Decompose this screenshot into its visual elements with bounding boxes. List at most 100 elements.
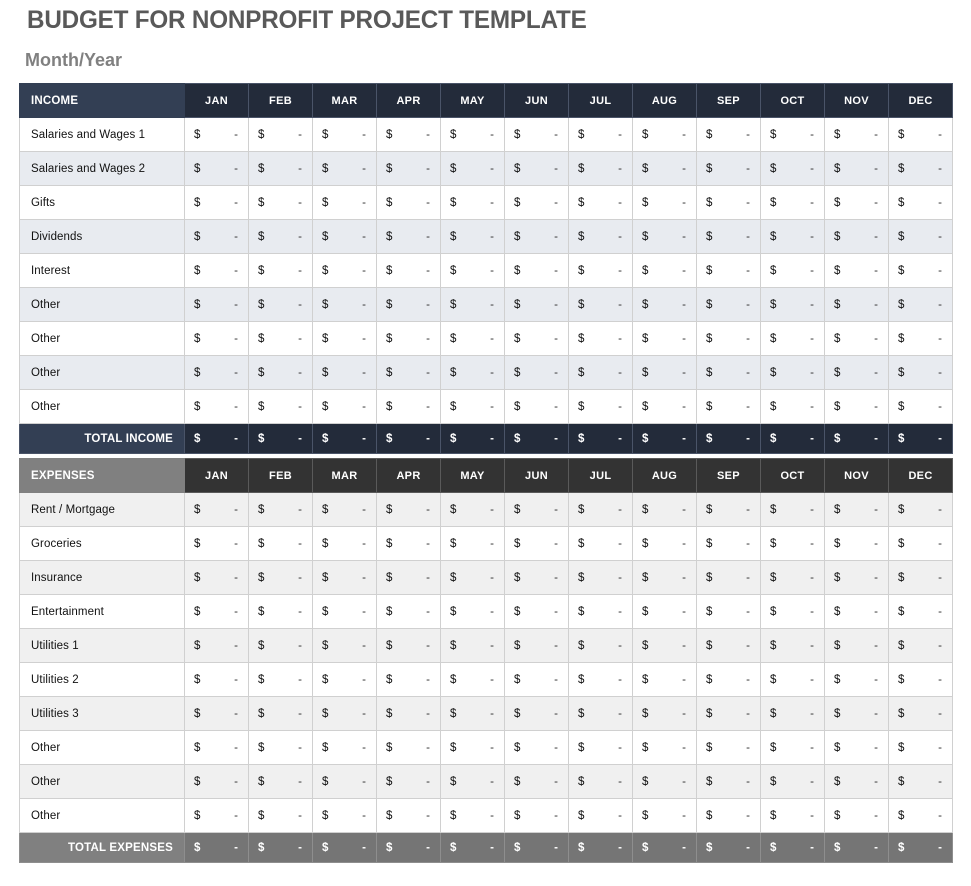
income-amount-cell[interactable]: $ - [824, 253, 889, 288]
income-amount-cell[interactable]: $ - [376, 185, 441, 220]
income-amount-cell[interactable]: $ - [888, 185, 953, 220]
income-amount-cell[interactable]: $ - [184, 321, 249, 356]
income-amount-cell[interactable]: $ - [568, 321, 633, 356]
income-amount-cell[interactable]: $ - [760, 287, 825, 322]
expenses-amount-cell[interactable]: $ - [248, 730, 313, 765]
income-amount-cell[interactable]: $ - [248, 151, 313, 186]
income-amount-cell[interactable]: $ - [760, 389, 825, 424]
expenses-amount-cell[interactable]: $ - [504, 560, 569, 595]
income-amount-cell[interactable]: $ - [248, 117, 313, 152]
income-amount-cell[interactable]: $ - [568, 219, 633, 254]
income-amount-cell[interactable]: $ - [440, 219, 505, 254]
expenses-amount-cell[interactable]: $ - [824, 662, 889, 697]
expenses-amount-cell[interactable]: $ - [568, 628, 633, 663]
income-amount-cell[interactable]: $ - [504, 389, 569, 424]
expenses-amount-cell[interactable]: $ - [696, 628, 761, 663]
expenses-amount-cell[interactable]: $ - [760, 798, 825, 833]
income-amount-cell[interactable]: $ - [696, 117, 761, 152]
income-amount-cell[interactable]: $ - [568, 117, 633, 152]
income-amount-cell[interactable]: $ - [824, 151, 889, 186]
expenses-amount-cell[interactable]: $ - [824, 560, 889, 595]
income-amount-cell[interactable]: $ - [696, 151, 761, 186]
income-amount-cell[interactable]: $ - [568, 253, 633, 288]
expenses-row-label[interactable]: Other [19, 730, 185, 765]
expenses-amount-cell[interactable]: $ - [312, 764, 377, 799]
expenses-amount-cell[interactable]: $ - [632, 662, 697, 697]
expenses-amount-cell[interactable]: $ - [504, 594, 569, 629]
expenses-amount-cell[interactable]: $ - [184, 662, 249, 697]
income-row-label[interactable]: Gifts [19, 185, 185, 220]
expenses-amount-cell[interactable]: $ - [632, 696, 697, 731]
income-amount-cell[interactable]: $ - [184, 219, 249, 254]
expenses-row-label[interactable]: Utilities 1 [19, 628, 185, 663]
income-row-label[interactable]: Other [19, 287, 185, 322]
expenses-amount-cell[interactable]: $ - [696, 764, 761, 799]
income-amount-cell[interactable]: $ - [248, 219, 313, 254]
income-amount-cell[interactable]: $ - [504, 185, 569, 220]
income-amount-cell[interactable]: $ - [696, 185, 761, 220]
expenses-amount-cell[interactable]: $ - [312, 492, 377, 527]
income-amount-cell[interactable]: $ - [824, 287, 889, 322]
expenses-amount-cell[interactable]: $ - [888, 628, 953, 663]
expenses-amount-cell[interactable]: $ - [440, 798, 505, 833]
expenses-amount-cell[interactable]: $ - [760, 730, 825, 765]
expenses-amount-cell[interactable]: $ - [568, 526, 633, 561]
income-row-label[interactable]: Other [19, 321, 185, 356]
expenses-amount-cell[interactable]: $ - [376, 696, 441, 731]
expenses-amount-cell[interactable]: $ - [824, 764, 889, 799]
expenses-amount-cell[interactable]: $ - [184, 594, 249, 629]
income-amount-cell[interactable]: $ - [760, 185, 825, 220]
income-amount-cell[interactable]: $ - [376, 253, 441, 288]
expenses-amount-cell[interactable]: $ - [632, 730, 697, 765]
income-row-label[interactable]: Other [19, 389, 185, 424]
income-amount-cell[interactable]: $ - [440, 355, 505, 390]
income-amount-cell[interactable]: $ - [312, 151, 377, 186]
income-amount-cell[interactable]: $ - [632, 185, 697, 220]
income-row-label[interactable]: Dividends [19, 219, 185, 254]
income-amount-cell[interactable]: $ - [312, 321, 377, 356]
expenses-amount-cell[interactable]: $ - [312, 628, 377, 663]
expenses-amount-cell[interactable]: $ - [632, 764, 697, 799]
expenses-amount-cell[interactable]: $ - [440, 492, 505, 527]
expenses-amount-cell[interactable]: $ - [440, 594, 505, 629]
expenses-amount-cell[interactable]: $ - [376, 730, 441, 765]
income-amount-cell[interactable]: $ - [760, 151, 825, 186]
income-amount-cell[interactable]: $ - [184, 253, 249, 288]
expenses-amount-cell[interactable]: $ - [888, 594, 953, 629]
income-amount-cell[interactable]: $ - [632, 253, 697, 288]
income-amount-cell[interactable]: $ - [184, 355, 249, 390]
income-amount-cell[interactable]: $ - [760, 355, 825, 390]
expenses-amount-cell[interactable]: $ - [632, 798, 697, 833]
income-amount-cell[interactable]: $ - [184, 117, 249, 152]
expenses-amount-cell[interactable]: $ - [696, 696, 761, 731]
income-amount-cell[interactable]: $ - [248, 185, 313, 220]
expenses-amount-cell[interactable]: $ - [248, 662, 313, 697]
expenses-amount-cell[interactable]: $ - [376, 662, 441, 697]
income-amount-cell[interactable]: $ - [888, 389, 953, 424]
income-amount-cell[interactable]: $ - [824, 117, 889, 152]
expenses-amount-cell[interactable]: $ - [760, 594, 825, 629]
income-row-label[interactable]: Salaries and Wages 2 [19, 151, 185, 186]
expenses-amount-cell[interactable]: $ - [440, 526, 505, 561]
expenses-amount-cell[interactable]: $ - [184, 560, 249, 595]
income-amount-cell[interactable]: $ - [632, 151, 697, 186]
expenses-amount-cell[interactable]: $ - [376, 764, 441, 799]
expenses-amount-cell[interactable]: $ - [760, 492, 825, 527]
expenses-amount-cell[interactable]: $ - [632, 492, 697, 527]
expenses-amount-cell[interactable]: $ - [184, 492, 249, 527]
expenses-amount-cell[interactable]: $ - [184, 730, 249, 765]
income-amount-cell[interactable]: $ - [696, 287, 761, 322]
income-amount-cell[interactable]: $ - [184, 389, 249, 424]
expenses-amount-cell[interactable]: $ - [440, 560, 505, 595]
expenses-amount-cell[interactable]: $ - [888, 492, 953, 527]
income-amount-cell[interactable]: $ - [632, 389, 697, 424]
income-amount-cell[interactable]: $ - [632, 287, 697, 322]
expenses-amount-cell[interactable]: $ - [376, 628, 441, 663]
expenses-amount-cell[interactable]: $ - [824, 594, 889, 629]
income-amount-cell[interactable]: $ - [888, 253, 953, 288]
income-amount-cell[interactable]: $ - [760, 117, 825, 152]
income-amount-cell[interactable]: $ - [376, 151, 441, 186]
expenses-amount-cell[interactable]: $ - [184, 628, 249, 663]
income-amount-cell[interactable]: $ - [312, 117, 377, 152]
income-amount-cell[interactable]: $ - [376, 117, 441, 152]
